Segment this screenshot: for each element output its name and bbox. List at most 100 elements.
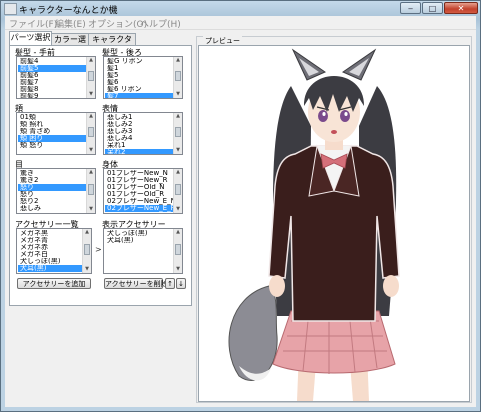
list-item[interactable]: 悲しみ4 [105, 135, 173, 142]
list-item[interactable]: 01頬 [18, 114, 86, 121]
list-item[interactable]: 犬耳(黒) [105, 237, 173, 244]
list-item[interactable]: 前髪8 [18, 86, 86, 93]
scrollbar[interactable]: ▲ ▼ [86, 57, 95, 98]
front-hair-list[interactable]: 前髪4 前髪5 前髪6 前髪7 前髪8 前髪9 ▲ ▼ [16, 56, 96, 99]
tab-parts[interactable]: パーツ選択 [9, 31, 52, 45]
list-item[interactable]: 犬耳(黒) [18, 265, 82, 272]
scrollbar[interactable]: ▲ ▼ [86, 169, 95, 213]
scroll-thumb[interactable] [88, 184, 94, 195]
scrollbar[interactable]: ▲ ▼ [173, 57, 182, 98]
list-item[interactable]: 前髪6 [18, 72, 86, 79]
cheeks-list[interactable]: 01頬頬 照れ頬 青ざめ頬 困り頬 怒り ▲ ▼ [16, 112, 96, 155]
add-accessory-button[interactable]: アクセサリーを追加 [17, 278, 91, 289]
move-down-button[interactable]: ↓ [176, 278, 186, 289]
list-item[interactable]: 悲しみ3 [105, 128, 173, 135]
list-item[interactable]: 驚き2 [18, 177, 86, 184]
scroll-thumb[interactable] [88, 127, 94, 137]
scroll-up-icon[interactable]: ▲ [174, 57, 182, 64]
scroll-thumb[interactable] [175, 184, 181, 195]
menu-help[interactable]: ヘルプ(H) [140, 17, 181, 30]
scrollbar[interactable]: ▲ ▼ [82, 229, 91, 273]
menu-edit[interactable]: 編集(E) [55, 17, 86, 30]
scrollbar[interactable]: ▲ ▼ [173, 169, 182, 213]
list-item[interactable]: 02ブレザーNew_E_R [105, 205, 173, 212]
list-item[interactable]: 前髪4 [18, 58, 86, 65]
list-item[interactable]: 怒り [18, 184, 86, 191]
list-item[interactable]: 髪7 [105, 93, 173, 98]
list-item[interactable]: 前髪9 [18, 93, 86, 98]
list-item[interactable]: 前髪5 [18, 65, 86, 72]
scroll-thumb[interactable] [84, 244, 90, 255]
list-item[interactable]: 髪G リボン [105, 58, 173, 65]
menu-file[interactable]: ファイル(F) [9, 17, 57, 30]
body-list[interactable]: 01ブレザーNew_N 01ブレザーNew_R 01ブレザーOld_N 01ブレザーO… [103, 168, 183, 214]
scroll-up-icon[interactable]: ▲ [174, 169, 182, 176]
list-item[interactable]: 01ブレザーNew_N [105, 170, 173, 177]
maximize-button[interactable]: □ [422, 2, 443, 14]
list-item[interactable]: 驚き [18, 170, 86, 177]
accessory-list[interactable]: メガネ黒 メガネ青 メガネ赤 メガネ白 犬しっぽ(黒) 犬耳(黒) ▲ ▼ [16, 228, 92, 274]
scroll-thumb[interactable] [175, 244, 181, 255]
list-item[interactable]: 悲しみ1 [105, 114, 173, 121]
list-item[interactable]: 怒り2 [18, 198, 86, 205]
list-item[interactable]: メガネ青 [18, 237, 82, 244]
close-button[interactable]: ✕ [444, 2, 478, 14]
menu-options[interactable]: オプション(O) [88, 17, 147, 30]
move-up-button[interactable]: ↑ [165, 278, 175, 289]
scroll-down-icon[interactable]: ▼ [174, 266, 182, 273]
scroll-thumb[interactable] [175, 127, 181, 137]
list-item[interactable]: 髪1 [105, 65, 173, 72]
list-item[interactable]: 02ブレザーNew_E_N [105, 198, 173, 205]
list-item[interactable]: 髪5 [105, 72, 173, 79]
list-item[interactable]: 頬 照れ [18, 121, 86, 128]
scroll-up-icon[interactable]: ▲ [87, 113, 95, 120]
list-item[interactable]: 髪6 [105, 79, 173, 86]
list-item[interactable]: 怒り [18, 191, 86, 198]
list-item[interactable]: 呆れ1 [105, 142, 173, 149]
scroll-down-icon[interactable]: ▼ [174, 206, 182, 213]
scroll-down-icon[interactable]: ▼ [174, 91, 182, 98]
scroll-up-icon[interactable]: ▲ [174, 229, 182, 236]
back-hair-list[interactable]: 髪G リボン 髪1 髪5 髪6 髪6 リボン 髪7 ▲ ▼ [103, 56, 183, 99]
expression-list[interactable]: 悲しみ1 悲しみ2 悲しみ3 悲しみ4 呆れ1 呆れ2 ▲ ▼ [103, 112, 183, 155]
shown-accessories-list[interactable]: 犬しっぽ(黒) 犬耳(黒) ▲ ▼ [103, 228, 183, 274]
scrollbar[interactable]: ▲ ▼ [86, 113, 95, 154]
scrollbar[interactable]: ▲ ▼ [173, 229, 182, 273]
list-item[interactable]: 前髪7 [18, 79, 86, 86]
tab-colors[interactable]: カラー選択 [51, 33, 89, 56]
list-item[interactable]: 01ブレザーNew_R [105, 177, 173, 184]
eyes-list[interactable]: 驚き 驚き2 怒り 怒り 怒り2 悲しみ ▲ ▼ [16, 168, 96, 214]
scroll-down-icon[interactable]: ▼ [83, 266, 91, 273]
scroll-down-icon[interactable]: ▼ [87, 91, 95, 98]
scroll-thumb[interactable] [88, 71, 94, 81]
scroll-down-icon[interactable]: ▼ [87, 147, 95, 154]
transfer-button[interactable]: > [95, 245, 102, 254]
scroll-down-icon[interactable]: ▼ [174, 147, 182, 154]
list-item[interactable]: メガネ黒 [18, 230, 82, 237]
list-item[interactable]: 悲しみ2 [105, 121, 173, 128]
list-item[interactable]: メガネ白 [18, 251, 82, 258]
list-item[interactable]: 01ブレザーOld_N [105, 184, 173, 191]
list-item[interactable]: 犬しっぽ(黒) [105, 230, 173, 237]
title-bar[interactable]: キャラクターなんとか機 ‒ □ ✕ [1, 1, 480, 16]
scroll-up-icon[interactable]: ▲ [87, 57, 95, 64]
list-item[interactable]: 呆れ2 [105, 149, 173, 154]
list-item[interactable]: 髪6 リボン [105, 86, 173, 93]
minimize-button[interactable]: ‒ [400, 2, 421, 14]
list-item[interactable]: 頬 困り [18, 135, 86, 142]
list-item[interactable]: 犬しっぽ(黒) [18, 258, 82, 265]
scroll-thumb[interactable] [175, 71, 181, 81]
scroll-down-icon[interactable]: ▼ [87, 206, 95, 213]
remove-accessory-button[interactable]: アクセサリーを削除 [104, 278, 168, 289]
character-preview-image [228, 48, 400, 401]
list-item[interactable]: 01ブレザーOld_R [105, 191, 173, 198]
list-item[interactable]: 頬 怒り [18, 142, 86, 149]
scroll-up-icon[interactable]: ▲ [87, 169, 95, 176]
list-item[interactable]: メガネ赤 [18, 244, 82, 251]
list-item[interactable]: 頬 青ざめ [18, 128, 86, 135]
tab-character[interactable]: キャラクター選択 [88, 33, 136, 56]
scrollbar[interactable]: ▲ ▼ [173, 113, 182, 154]
scroll-up-icon[interactable]: ▲ [83, 229, 91, 236]
list-item[interactable]: 悲しみ [18, 205, 86, 212]
scroll-up-icon[interactable]: ▲ [174, 113, 182, 120]
